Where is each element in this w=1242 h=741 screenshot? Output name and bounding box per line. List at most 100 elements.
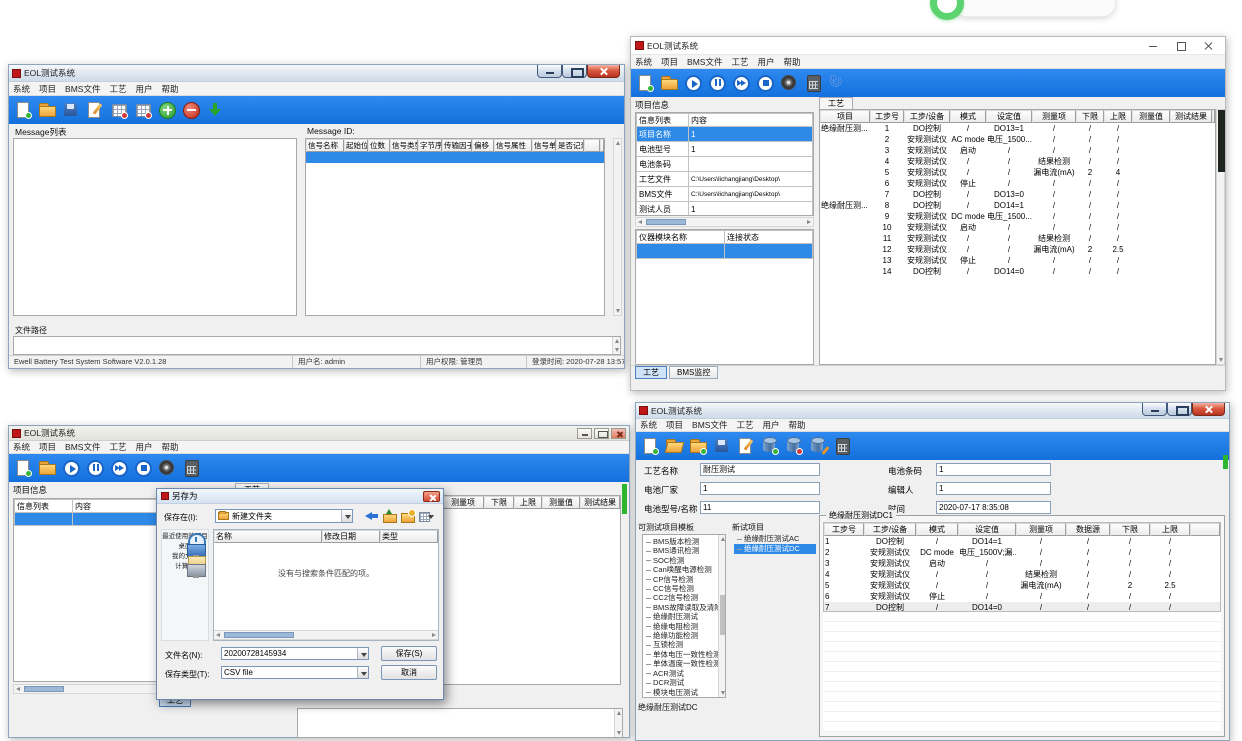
- battery-model-input[interactable]: [700, 501, 820, 514]
- file-path-scrollbar[interactable]: [612, 337, 620, 354]
- log-scrollbar[interactable]: [614, 709, 622, 737]
- disc-button[interactable]: [780, 73, 798, 93]
- column-header[interactable]: 工步号: [824, 523, 864, 536]
- column-header[interactable]: 信号类型: [390, 139, 418, 152]
- scroll-thumb[interactable]: [1223, 455, 1228, 469]
- new-doc-button[interactable]: [14, 100, 32, 120]
- maximize-button[interactable]: [562, 65, 587, 78]
- minimize-button[interactable]: [537, 65, 562, 78]
- up-folder-icon[interactable]: [382, 509, 398, 523]
- template-scrollbar[interactable]: [718, 535, 725, 697]
- new-doc-button[interactable]: [641, 436, 659, 456]
- list-item[interactable]: 单体温度一致性检测: [643, 659, 718, 668]
- play-button[interactable]: [62, 458, 80, 478]
- menu-item[interactable]: 工艺: [109, 83, 126, 95]
- column-header[interactable]: 字节序: [418, 139, 442, 152]
- menu-item[interactable]: 系统: [640, 419, 657, 431]
- module-row[interactable]: [637, 244, 813, 259]
- horizontal-scrollbar[interactable]: [635, 217, 814, 227]
- column-header[interactable]: 传输因子: [442, 139, 472, 152]
- file-name-input[interactable]: [224, 649, 368, 658]
- menu-item[interactable]: 帮助: [788, 419, 805, 431]
- open-folder-button[interactable]: [38, 458, 56, 478]
- column-header[interactable]: 类型: [380, 530, 438, 543]
- maximize-button[interactable]: [594, 428, 609, 439]
- info-row[interactable]: 测试人员1: [637, 202, 813, 217]
- table-row[interactable]: 2安规测试仪DC mode电压_1500V;漏...////: [824, 547, 1220, 558]
- menu-item[interactable]: 工艺: [109, 441, 126, 453]
- column-header[interactable]: 上限: [1150, 523, 1190, 536]
- column-header[interactable]: 是否记录: [556, 139, 584, 152]
- battery-vendor-input[interactable]: [700, 482, 820, 495]
- column-header[interactable]: 工步号: [870, 110, 904, 123]
- menu-item[interactable]: 工艺: [736, 419, 753, 431]
- column-header[interactable]: 数据源: [1066, 523, 1110, 536]
- column-header[interactable]: [600, 139, 604, 152]
- table-row[interactable]: 2安规测试仪AC mode电压_1500...///: [820, 134, 1215, 145]
- db-edit-button[interactable]: [809, 436, 827, 456]
- table-row[interactable]: 5安规测试仪//漏电流(mA)24: [820, 167, 1215, 178]
- remove-button[interactable]: [182, 100, 200, 120]
- column-header[interactable]: 设定值: [958, 523, 1016, 536]
- titlebar[interactable]: EOL测试系统: [9, 426, 629, 441]
- column-header[interactable]: 项目: [820, 110, 870, 123]
- column-header[interactable]: 测量项: [1032, 110, 1076, 123]
- info-row[interactable]: 电池条码: [637, 157, 813, 172]
- table-row[interactable]: 10安规测试仪启动////: [820, 222, 1215, 233]
- calculator-button[interactable]: [804, 73, 822, 93]
- save-button[interactable]: [713, 436, 731, 456]
- pause-button[interactable]: [86, 458, 104, 478]
- column-header[interactable]: 工步/设备: [864, 523, 916, 536]
- fast-forward-button[interactable]: [110, 458, 128, 478]
- column-header[interactable]: 修改日期: [322, 530, 380, 543]
- list-item[interactable]: 单体电压一致性检测: [643, 650, 718, 659]
- dropdown-arrow-icon[interactable]: [357, 667, 368, 678]
- views-icon[interactable]: [418, 509, 434, 523]
- group-item[interactable]: 绝缘耐压测试AC: [734, 534, 816, 544]
- table-row[interactable]: 7DO控制/DO14=0////: [824, 602, 1220, 612]
- info-row[interactable]: 项目名称1: [637, 127, 813, 142]
- close-button[interactable]: [587, 65, 620, 78]
- column-header[interactable]: 信号名称: [306, 139, 344, 152]
- list-item[interactable]: 自定义: [643, 697, 718, 698]
- cancel-button[interactable]: 取消: [381, 665, 437, 680]
- menu-item[interactable]: 项目: [661, 56, 678, 68]
- menu-item[interactable]: 用户: [135, 441, 152, 453]
- selected-row[interactable]: [306, 152, 604, 163]
- table-row[interactable]: 11安规测试仪//结果检测//: [820, 233, 1215, 244]
- new-doc-button[interactable]: [636, 73, 654, 93]
- close-button[interactable]: [611, 428, 626, 439]
- menu-item[interactable]: BMS文件: [65, 441, 100, 453]
- table-row[interactable]: 绝缘耐压测...1DO控制/DO13=1///: [820, 123, 1215, 134]
- column-header[interactable]: 测量项: [442, 496, 484, 509]
- list-item[interactable]: BMS故障读取及清除: [643, 603, 718, 612]
- minimize-button[interactable]: [1139, 37, 1167, 54]
- scroll-thumb[interactable]: [24, 686, 64, 692]
- list-item[interactable]: CP信号检测: [643, 575, 718, 584]
- column-header[interactable]: 信息列表: [637, 114, 689, 127]
- menu-item[interactable]: 用户: [135, 83, 152, 95]
- save-button[interactable]: [62, 100, 80, 120]
- refresh-button[interactable]: [828, 73, 846, 93]
- column-header[interactable]: 测量值: [1132, 110, 1170, 123]
- minimize-button[interactable]: [1142, 403, 1167, 416]
- column-header[interactable]: 内容: [689, 114, 813, 127]
- column-header[interactable]: 偏移: [472, 139, 494, 152]
- template-list[interactable]: BMS版本检测BMS通讯检测SOC检测Can唤醒电源检测CP信号检测CC信号检测…: [642, 534, 726, 698]
- info-row[interactable]: 电池型号1: [637, 142, 813, 157]
- list-item[interactable]: ACR测试: [643, 669, 718, 678]
- column-header[interactable]: 仪器模块名称: [637, 231, 725, 244]
- disc-button[interactable]: [158, 458, 176, 478]
- menu-item[interactable]: BMS文件: [692, 419, 727, 431]
- column-header[interactable]: 位数: [368, 139, 390, 152]
- table-row[interactable]: 3安规测试仪启动////: [820, 145, 1215, 156]
- close-button[interactable]: [1195, 37, 1223, 54]
- dialog-titlebar[interactable]: 另存为: [157, 489, 443, 504]
- column-header[interactable]: 上限: [1104, 110, 1132, 123]
- column-header[interactable]: 信号单位: [532, 139, 556, 152]
- column-header[interactable]: 测量值: [542, 496, 580, 509]
- file-list[interactable]: 名称修改日期类型 没有与搜索条件匹配的项。: [213, 529, 439, 641]
- place-recent[interactable]: 最近使用的项目: [162, 533, 208, 540]
- list-item[interactable]: 互锁检测: [643, 640, 718, 649]
- table-row[interactable]: 5安规测试仪//漏电流(mA)/22.5: [824, 580, 1220, 591]
